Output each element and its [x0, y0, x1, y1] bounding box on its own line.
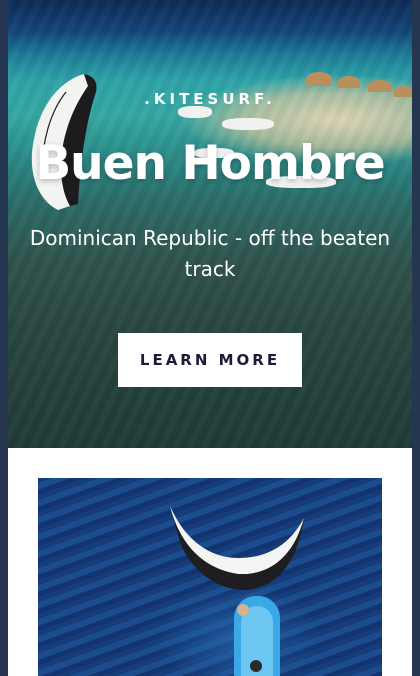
beach-hut [338, 76, 360, 88]
hero-title: Buen Hombre [35, 136, 385, 191]
card-photo [38, 478, 382, 676]
hero-section: .KITESURF. Buen Hombre Dominican Republi… [8, 0, 412, 448]
kite-on-board-illustration [170, 506, 304, 676]
hero-eyebrow: .KITESURF. [144, 90, 276, 108]
beach-hut [306, 72, 332, 86]
page: .KITESURF. Buen Hombre Dominican Republi… [8, 0, 412, 676]
feature-card [8, 448, 412, 676]
boat [222, 118, 274, 130]
hero-subtitle: Dominican Republic - off the beaten trac… [29, 226, 391, 281]
learn-more-button[interactable]: LEARN MORE [118, 333, 302, 387]
